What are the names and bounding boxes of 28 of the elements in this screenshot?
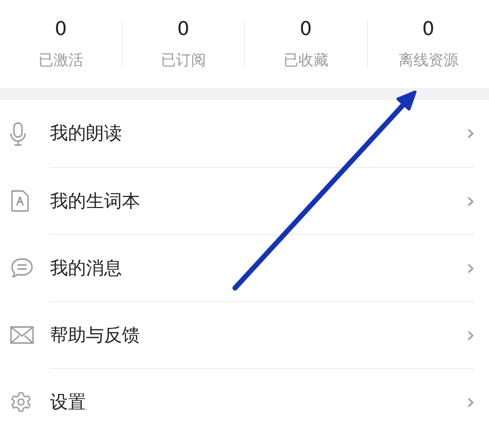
stat-count: 0 (54, 20, 67, 39)
stat-count: 0 (300, 20, 312, 39)
menu-item[interactable]: 帮助与反馈 › (0, 301, 489, 368)
stat-label: 已订阅 (160, 53, 206, 68)
stat-label: 已激活 (38, 53, 84, 68)
menu-item[interactable]: 我的生词本 › (0, 167, 489, 234)
stat-label: 离线资源 (398, 53, 458, 68)
envelope-icon (10, 326, 34, 344)
settings-icon (10, 390, 32, 412)
chevron-icon: › (466, 386, 475, 418)
stat-count: 0 (422, 20, 434, 39)
chevron-icon: › (466, 318, 475, 352)
menu-label: 设置 (50, 390, 87, 414)
menu-item[interactable]: 我的朗读 › (0, 100, 489, 167)
menu-label: 我的生词本 (50, 190, 141, 214)
chevron-icon: › (466, 252, 475, 284)
menu-label: 帮助与反馈 (50, 324, 141, 348)
stat-label: 已收藏 (283, 53, 328, 68)
menu-label: 我的消息 (50, 256, 123, 280)
menu-item[interactable]: 我的消息 › (0, 234, 489, 301)
menu-label: 我的朗读 (50, 122, 123, 146)
stat-count: 0 (177, 20, 190, 39)
chat-bubble-icon (10, 256, 34, 278)
menu-item[interactable]: 设置 › (0, 368, 489, 434)
document-icon (10, 188, 30, 212)
chevron-icon: › (466, 117, 475, 150)
chevron-icon: › (466, 184, 475, 218)
microphone-icon (10, 122, 26, 146)
